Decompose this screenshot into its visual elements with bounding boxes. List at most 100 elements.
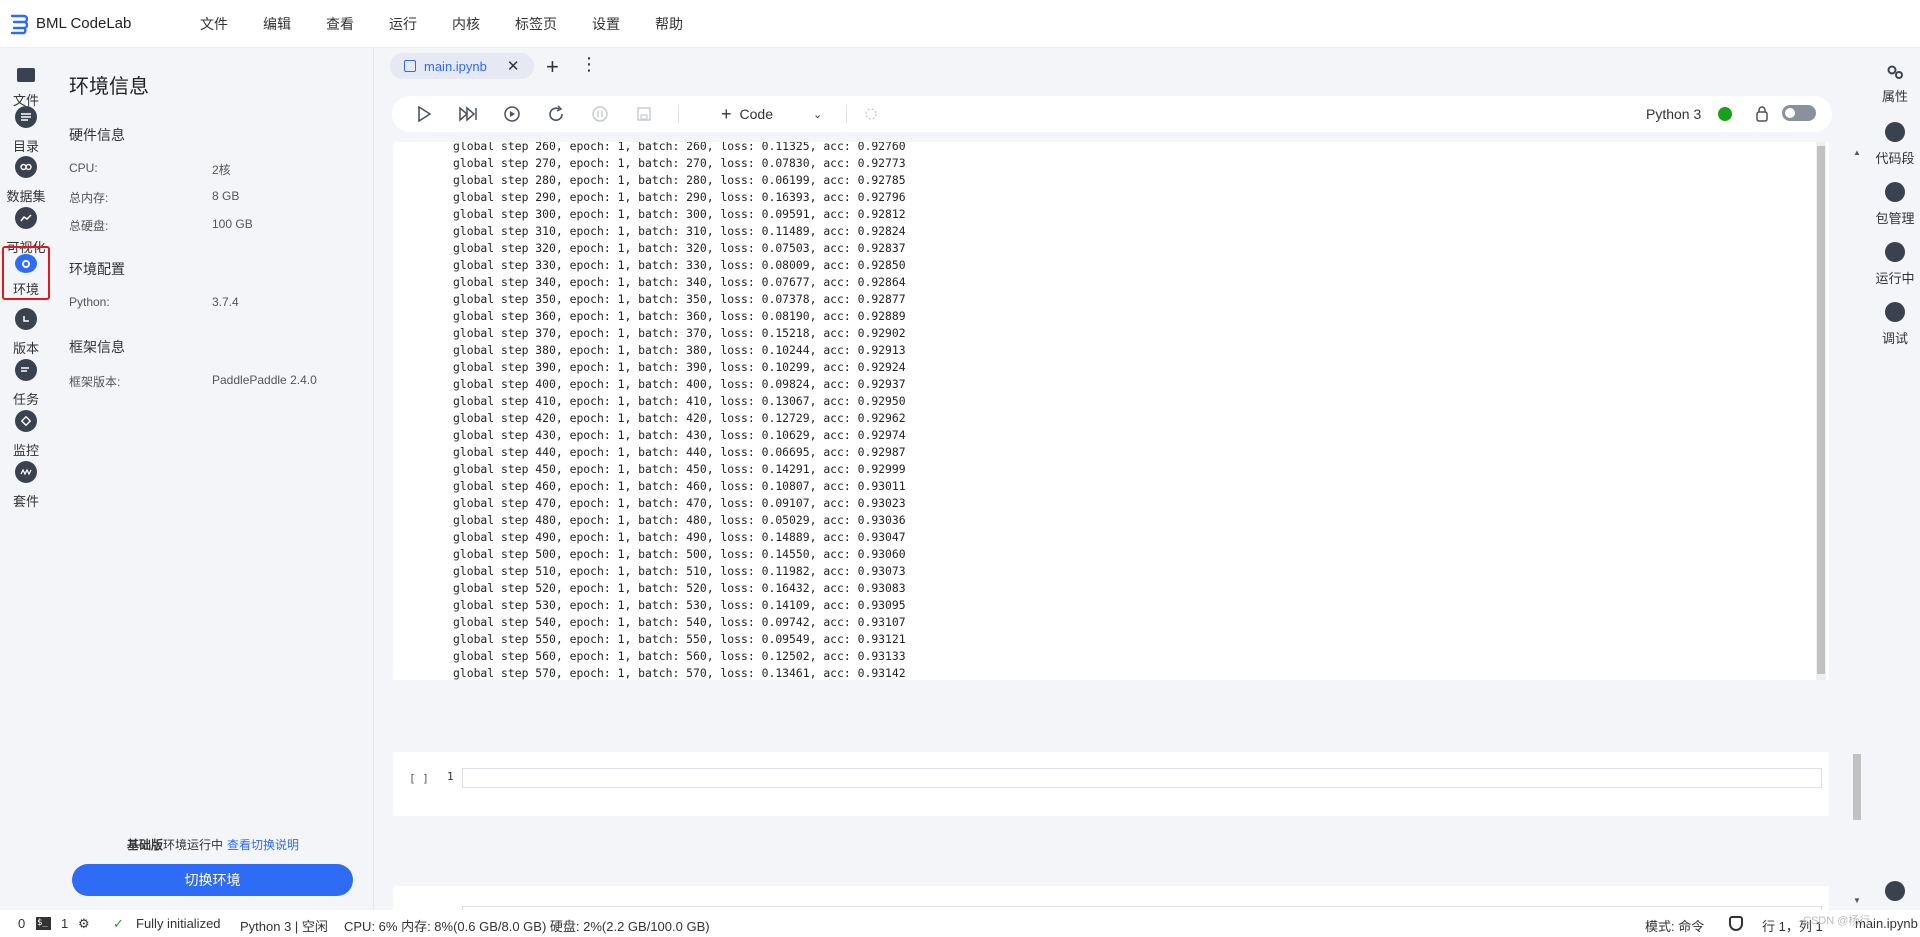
shield-icon[interactable]	[1729, 916, 1743, 931]
output-line: global step 320, epoch: 1, batch: 320, l…	[453, 241, 906, 255]
output-line: global step 280, epoch: 1, batch: 280, l…	[453, 173, 906, 187]
output-line: global step 420, epoch: 1, batch: 420, l…	[453, 411, 906, 425]
config-section-title: 环境配置	[69, 261, 125, 277]
right-sidebar: 属性 代码段 包管理 运行中 调试	[1870, 48, 1920, 910]
gear-icon[interactable]: ⚙	[78, 916, 90, 932]
output-line: global step 260, epoch: 1, batch: 260, l…	[453, 142, 906, 153]
sidebar-item-label: 环境	[12, 282, 39, 297]
help-icon[interactable]	[1885, 881, 1905, 901]
code-snippet-icon	[1885, 122, 1905, 142]
toggle-switch[interactable]	[1782, 105, 1816, 121]
cell-type-select[interactable]: + Code ⌄	[721, 104, 822, 125]
sidebar-item-label: 调试	[1881, 331, 1908, 346]
output-scrollbar[interactable]	[1816, 142, 1826, 680]
menu-settings[interactable]: 设置	[592, 14, 620, 34]
environment-note: 基础版环境运行中 查看切换说明	[52, 836, 374, 853]
output-line: global step 430, epoch: 1, batch: 430, l…	[453, 428, 906, 442]
scroll-down-icon[interactable]: ▼	[1853, 896, 1861, 905]
status-count-a[interactable]: 0	[18, 916, 25, 931]
mode-indicator[interactable]: 模式: 命令	[1645, 916, 1704, 935]
resource-usage: CPU: 6% 内存: 8%(0.6 GB/8.0 GB) 硬盘: 2%(2.2…	[344, 919, 710, 934]
toolbar-divider	[846, 105, 848, 123]
output-line: global step 410, epoch: 1, batch: 410, l…	[453, 394, 906, 408]
switch-environment-button[interactable]: 切换环境	[72, 864, 353, 896]
scroll-up-icon[interactable]: ▲	[1853, 148, 1861, 157]
code-input[interactable]	[462, 768, 1822, 788]
main-menu: 文件 编辑 查看 运行 内核 标签页 设置 帮助	[200, 14, 718, 34]
kernel-status-icon	[1718, 107, 1732, 121]
tab-main-ipynb[interactable]: main.ipynb ✕	[390, 53, 534, 79]
disk-value: 100 GB	[212, 217, 253, 231]
output-line: global step 330, epoch: 1, batch: 330, l…	[453, 258, 906, 272]
python-label: Python:	[69, 295, 110, 309]
output-line: global step 470, epoch: 1, batch: 470, l…	[453, 496, 906, 510]
save-icon[interactable]	[632, 102, 656, 126]
kernel-state[interactable]: Python 3 | 空闲	[240, 916, 328, 935]
list-icon	[15, 106, 37, 128]
restart-run-icon[interactable]	[500, 102, 524, 126]
menu-edit[interactable]: 编辑	[263, 14, 291, 34]
sidebar-item-suite[interactable]: 套件	[0, 455, 52, 517]
output-line: global step 500, epoch: 1, batch: 500, l…	[453, 547, 906, 561]
sidebar-item-label: 包管理	[1875, 211, 1915, 226]
tab-label: main.ipynb	[424, 58, 487, 74]
run-cell-icon[interactable]	[412, 102, 436, 126]
status-count-b[interactable]: 1	[61, 916, 68, 931]
menu-run[interactable]: 运行	[389, 14, 417, 34]
output-line: global step 460, epoch: 1, batch: 460, l…	[453, 479, 906, 493]
cell-type-value: Code	[739, 106, 773, 122]
gears-icon	[1887, 65, 1903, 79]
sidebar-item-running[interactable]: 运行中	[1870, 242, 1920, 287]
code-cell	[393, 886, 1829, 910]
menu-tabs[interactable]: 标签页	[515, 14, 557, 34]
cell-output: global step 260, epoch: 1, batch: 260, l…	[393, 142, 1829, 680]
output-line: global step 480, epoch: 1, batch: 480, l…	[453, 513, 906, 527]
scrollbar-thumb[interactable]	[1817, 146, 1825, 674]
env-tier: 基础版	[126, 838, 163, 852]
left-sidebar: 文件 目录 数据集 可视化 环境 版本 任务 监控 套件	[0, 48, 52, 910]
notebook-toolbar: + Code ⌄ Python 3	[392, 96, 1832, 132]
sidebar-item-properties[interactable]: 属性	[1870, 64, 1920, 105]
menu-kernel[interactable]: 内核	[452, 14, 480, 34]
terminal-icon[interactable]: $_	[36, 917, 51, 930]
lock-icon[interactable]	[1750, 102, 1774, 126]
debug-icon	[1885, 302, 1905, 322]
output-line: global step 390, epoch: 1, batch: 390, l…	[453, 360, 906, 374]
chevron-down-icon: ⌄	[812, 108, 823, 121]
sidebar-item-snippets[interactable]: 代码段	[1870, 122, 1920, 167]
more-options-icon[interactable]: ⋮	[580, 54, 598, 75]
output-line: global step 340, epoch: 1, batch: 340, l…	[453, 275, 906, 289]
plus-icon: +	[721, 103, 732, 124]
sidebar-item-environment[interactable]: 环境	[2, 246, 50, 300]
interrupt-icon[interactable]	[588, 102, 612, 126]
output-line: global step 510, epoch: 1, batch: 510, l…	[453, 564, 906, 578]
switch-help-link[interactable]: 查看切换说明	[227, 838, 299, 852]
output-line: global step 560, epoch: 1, batch: 560, l…	[453, 649, 906, 663]
output-line: global step 540, epoch: 1, batch: 540, l…	[453, 615, 906, 629]
dataset-icon	[15, 156, 37, 178]
sidebar-item-label: 运行中	[1875, 271, 1915, 286]
app-name: BML CodeLab	[36, 15, 132, 32]
framework-label: 框架版本:	[69, 375, 121, 389]
kernel-name[interactable]: Python 3	[1646, 106, 1701, 122]
close-icon[interactable]: ✕	[507, 57, 520, 75]
menu-help[interactable]: 帮助	[655, 14, 683, 34]
menu-file[interactable]: 文件	[200, 14, 228, 34]
scrollbar-thumb[interactable]	[1853, 754, 1861, 820]
folder-icon	[17, 68, 35, 82]
memory-value: 8 GB	[212, 189, 240, 203]
menu-view[interactable]: 查看	[326, 14, 354, 34]
task-icon	[15, 359, 37, 381]
notebook-icon	[404, 60, 416, 72]
sidebar-item-packages[interactable]: 包管理	[1870, 182, 1920, 227]
output-line: global step 270, epoch: 1, batch: 270, l…	[453, 156, 906, 170]
hardware-section-title: 硬件信息	[69, 127, 125, 143]
add-tab-button[interactable]: +	[546, 54, 559, 80]
sidebar-item-debug[interactable]: 调试	[1870, 302, 1920, 347]
notebook-scrollbar[interactable]: ▲ ▼	[1851, 142, 1863, 908]
notebook-tab-bar: main.ipynb ✕ + ⋮	[374, 48, 1870, 84]
restart-kernel-icon[interactable]	[544, 102, 568, 126]
run-all-icon[interactable]	[456, 102, 480, 126]
version-icon	[15, 308, 37, 330]
output-line: global step 520, epoch: 1, batch: 520, l…	[453, 581, 906, 595]
